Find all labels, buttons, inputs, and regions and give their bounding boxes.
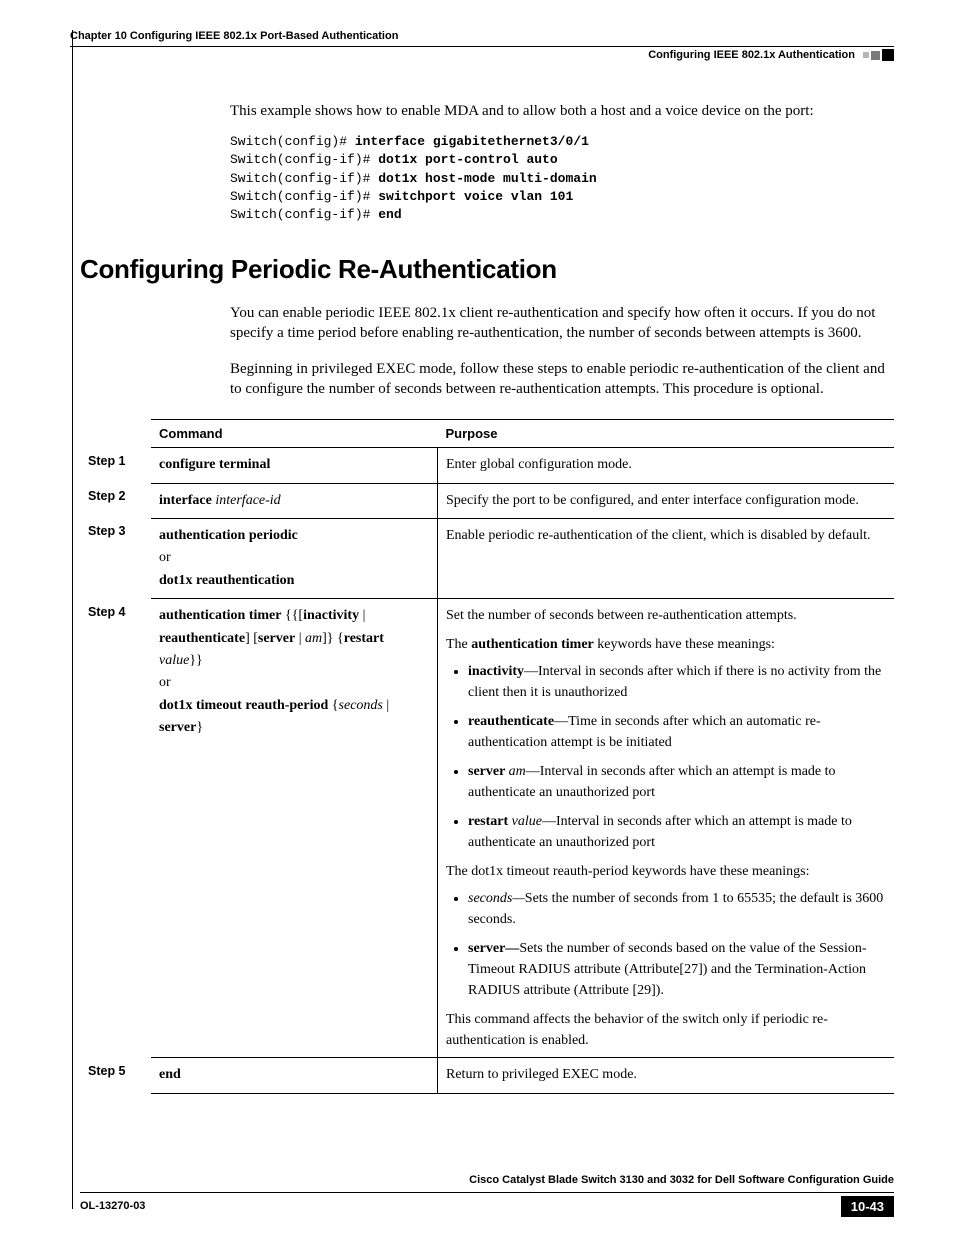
col-purpose: Purpose (438, 420, 895, 448)
intro-paragraph: This example shows how to enable MDA and… (230, 101, 894, 121)
code-example: Switch(config)# interface gigabitetherne… (230, 133, 894, 224)
footer-doc-number: OL-13270-03 (80, 1200, 145, 1212)
chapter-header: Chapter 10 Configuring IEEE 802.1x Port-… (70, 30, 894, 42)
steps-table: Command Purpose Step 1 configure termina… (80, 419, 894, 1093)
table-row: Step 3 authentication periodic or dot1x … (80, 518, 894, 598)
section-heading: Configuring Periodic Re-Authentication (80, 254, 894, 285)
table-row: Step 1 configure terminal Enter global c… (80, 448, 894, 483)
page-number: 10-43 (841, 1196, 894, 1217)
col-command: Command (151, 420, 438, 448)
table-row: Step 2 interface interface-id Specify th… (80, 483, 894, 518)
footer-book-title: Cisco Catalyst Blade Switch 3130 and 303… (80, 1174, 894, 1186)
paragraph-1: You can enable periodic IEEE 802.1x clie… (230, 303, 894, 344)
table-row: Step 5 end Return to privileged EXEC mod… (80, 1058, 894, 1093)
section-header-right: Configuring IEEE 802.1x Authentication (648, 49, 855, 61)
table-row: Step 4 authentication timer {{[inactivit… (80, 599, 894, 1058)
page-footer: Cisco Catalyst Blade Switch 3130 and 303… (80, 1174, 894, 1217)
paragraph-2: Beginning in privileged EXEC mode, follo… (230, 359, 894, 400)
header-decoration-icon (863, 49, 894, 61)
